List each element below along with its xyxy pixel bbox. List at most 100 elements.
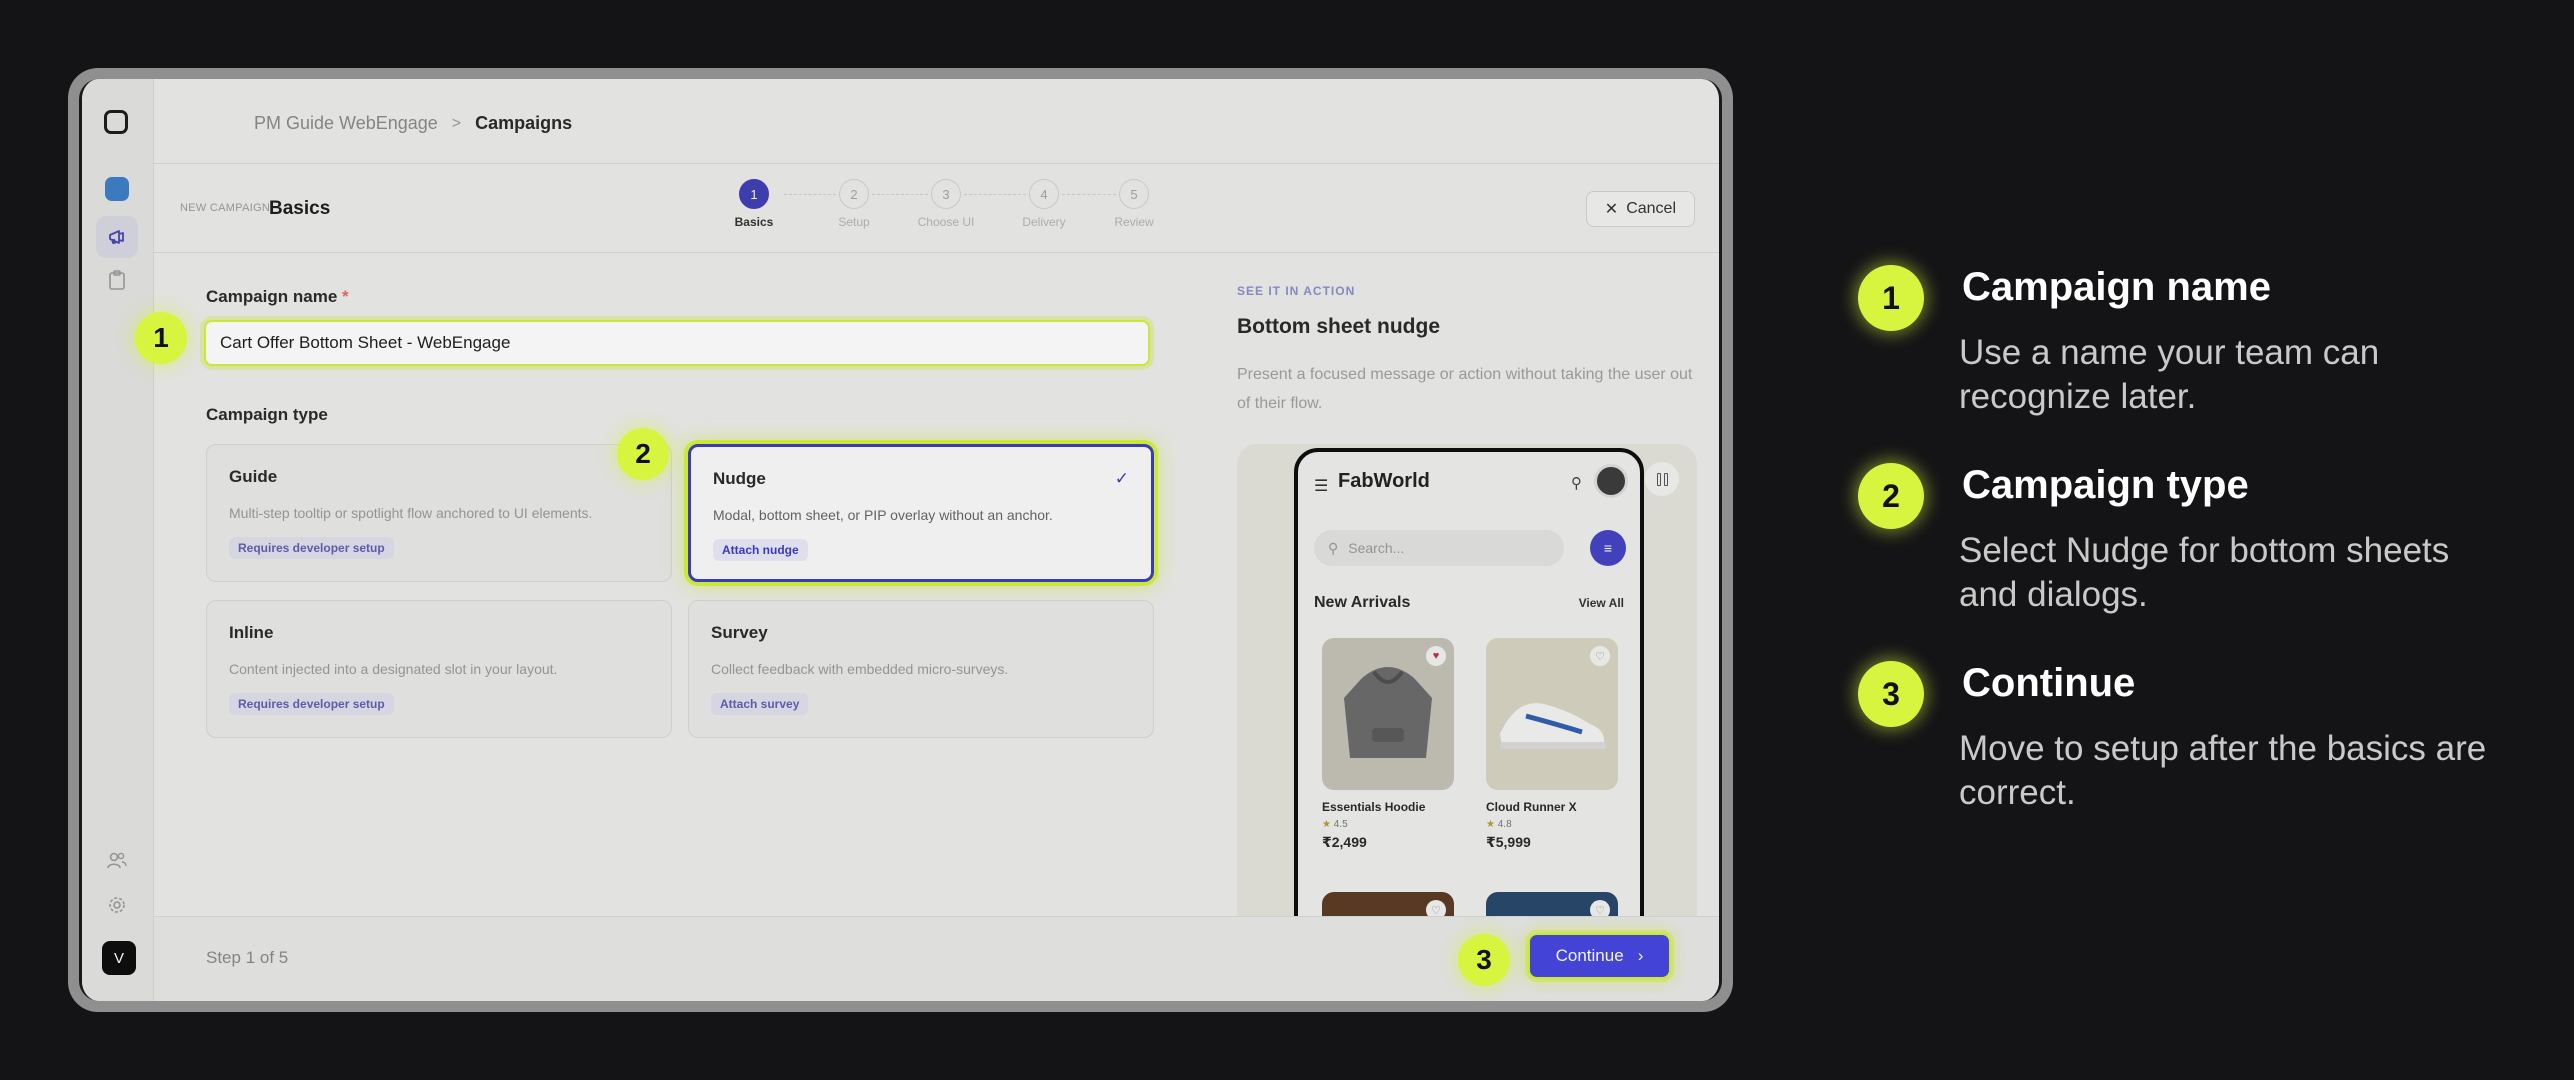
- marker-continue: 3: [1458, 934, 1510, 986]
- star-icon: ★: [1486, 819, 1495, 830]
- step-number: 5: [1119, 179, 1149, 209]
- type-card-badge: Requires developer setup: [229, 693, 394, 715]
- campaign-type-label: Campaign type: [206, 405, 328, 424]
- product-rating-value: 4.5: [1333, 819, 1348, 830]
- filter-icon: ≡: [1590, 530, 1626, 566]
- product-card: ♡: [1322, 892, 1454, 916]
- step-progress-text: Step 1 of 5: [206, 948, 289, 967]
- chevron-right-icon: >: [451, 114, 462, 132]
- phone-search-placeholder: Search...: [1348, 540, 1405, 556]
- pause-button[interactable]: [1645, 462, 1679, 496]
- annotation-title: Campaign name: [1962, 265, 2271, 309]
- type-card-nudge[interactable]: Nudge ✓ Modal, bottom sheet, or PIP over…: [688, 444, 1154, 582]
- step-review[interactable]: 5 Review: [1089, 179, 1179, 229]
- section-title: New Arrivals: [1314, 594, 1411, 611]
- type-card-guide[interactable]: Guide Multi-step tooltip or spotlight fl…: [206, 444, 672, 582]
- product-name: Cloud Runner X: [1486, 800, 1577, 814]
- step-label: Review: [1114, 215, 1154, 229]
- product-card: ♡: [1486, 892, 1618, 916]
- product-image: ♡: [1486, 892, 1618, 916]
- annotation-title: Continue: [1962, 661, 2136, 705]
- type-card-title: Inline: [229, 623, 274, 642]
- campaign-name-input[interactable]: [204, 320, 1150, 366]
- continue-button[interactable]: Continue ›: [1528, 933, 1671, 979]
- step-basics[interactable]: 1 Basics: [709, 179, 799, 229]
- annotation-title: Campaign type: [1962, 463, 2249, 507]
- annotation-number: 3: [1858, 661, 1924, 727]
- required-mark: *: [342, 287, 349, 306]
- type-card-badge: Attach nudge: [713, 539, 808, 561]
- step-number: 2: [839, 179, 869, 209]
- type-card-desc: Multi-step tooltip or spotlight flow anc…: [229, 505, 593, 521]
- step-label: Delivery: [1022, 215, 1066, 229]
- product-rating: ★ 4.8: [1486, 819, 1618, 830]
- annotation-1: 1 Campaign name Use a name your team can…: [1858, 265, 2498, 435]
- type-card-desc: Modal, bottom sheet, or PIP overlay with…: [713, 507, 1053, 523]
- step-delivery[interactable]: 4 Delivery: [999, 179, 1089, 229]
- campaign-name-label: Campaign name *: [206, 287, 349, 307]
- step-setup[interactable]: 2 Setup: [809, 179, 899, 229]
- product-rating: ★ 4.5: [1322, 819, 1454, 830]
- step-label: Setup: [838, 215, 870, 229]
- campaign-header: NEW CAMPAIGN Basics 1 Basics 2 Setup 3 C…: [154, 165, 1719, 253]
- breadcrumb-current: Campaigns: [475, 113, 573, 133]
- type-card-badge: Requires developer setup: [229, 537, 394, 559]
- annotation-desc: Use a name your team can recognize later…: [1959, 333, 2380, 416]
- annotation-desc: Move to setup after the basics are corre…: [1959, 729, 2487, 812]
- heart-filled-icon: ♥: [1426, 646, 1446, 666]
- view-all-link: View All: [1578, 596, 1624, 610]
- breadcrumb-workspace[interactable]: PM Guide WebEngage: [254, 113, 438, 134]
- step-label: Basics: [734, 215, 774, 229]
- phone-brand: FabWorld: [1338, 470, 1430, 492]
- close-icon: ✕: [1604, 201, 1619, 218]
- app-screen: V PM Guide WebEngage > Campaigns NEW CAM…: [79, 79, 1722, 1001]
- type-card-desc: Content injected into a designated slot …: [229, 661, 558, 677]
- preview-panel: SEE IT IN ACTION Bottom sheet nudge Pres…: [1237, 254, 1719, 916]
- search-icon: ⚲: [1571, 475, 1582, 492]
- marker-campaign-name: 1: [135, 312, 187, 364]
- step-number: 3: [931, 179, 961, 209]
- step-number: 4: [1029, 179, 1059, 209]
- users-icon[interactable]: [106, 849, 128, 871]
- user-avatar[interactable]: V: [102, 941, 136, 975]
- sidebar-item-campaigns[interactable]: [96, 216, 138, 258]
- continue-label: Continue: [1555, 946, 1624, 965]
- product-image: ♡: [1322, 892, 1454, 916]
- preview-title: Bottom sheet nudge: [1237, 315, 1440, 338]
- cancel-button[interactable]: ✕ Cancel: [1585, 191, 1695, 227]
- type-card-title: Nudge: [713, 469, 766, 488]
- checkmark-icon: ✓: [1114, 469, 1129, 488]
- clipboard-icon[interactable]: [106, 269, 128, 291]
- type-card-badge: Attach survey: [711, 693, 809, 715]
- campaign-form: Campaign name * Campaign type Guide Mult…: [154, 254, 1194, 916]
- annotation-3: 3 Continue Move to setup after the basic…: [1858, 661, 2498, 831]
- sidebar: V: [82, 79, 154, 1001]
- type-card-desc: Collect feedback with embedded micro-sur…: [711, 661, 1009, 677]
- cancel-label: Cancel: [1626, 200, 1676, 217]
- annotation-2: 2 Campaign type Select Nudge for bottom …: [1858, 463, 2498, 633]
- product-image: ♡: [1486, 638, 1618, 790]
- hamburger-menu-icon: ☰: [1314, 478, 1329, 495]
- campaign-name-label-text: Campaign name: [206, 287, 338, 306]
- annotation-desc: Select Nudge for bottom sheets and dialo…: [1959, 531, 2450, 614]
- product-price: ₹2,499: [1322, 834, 1367, 850]
- app-logo-icon[interactable]: [104, 110, 128, 134]
- page-title: Basics: [269, 198, 331, 219]
- phone-search-bar: ⚲ Search...: [1314, 530, 1564, 566]
- heart-outline-icon: ♡: [1590, 646, 1610, 666]
- type-card-title: Survey: [711, 623, 768, 642]
- preview-kicker: SEE IT IN ACTION: [1237, 284, 1356, 298]
- stepper: 1 Basics 2 Setup 3 Choose UI 4 Delivery …: [714, 179, 1184, 239]
- product-card: ♥ Essentials Hoodie ★ 4.5 ₹2,499: [1322, 638, 1454, 851]
- chevron-right-icon: ›: [1637, 946, 1644, 965]
- annotation-number: 1: [1858, 265, 1924, 331]
- gear-icon[interactable]: [106, 894, 128, 916]
- step-choose-ui[interactable]: 3 Choose UI: [901, 179, 991, 229]
- type-card-inline[interactable]: Inline Content injected into a designate…: [206, 600, 672, 738]
- workspace-icon[interactable]: [105, 177, 129, 201]
- preview-description: Present a focused message or action with…: [1237, 366, 1693, 412]
- avatar: [1594, 464, 1628, 498]
- type-card-survey[interactable]: Survey Collect feedback with embedded mi…: [688, 600, 1154, 738]
- heart-outline-icon: ♡: [1590, 900, 1610, 916]
- product-rating-value: 4.8: [1497, 819, 1512, 830]
